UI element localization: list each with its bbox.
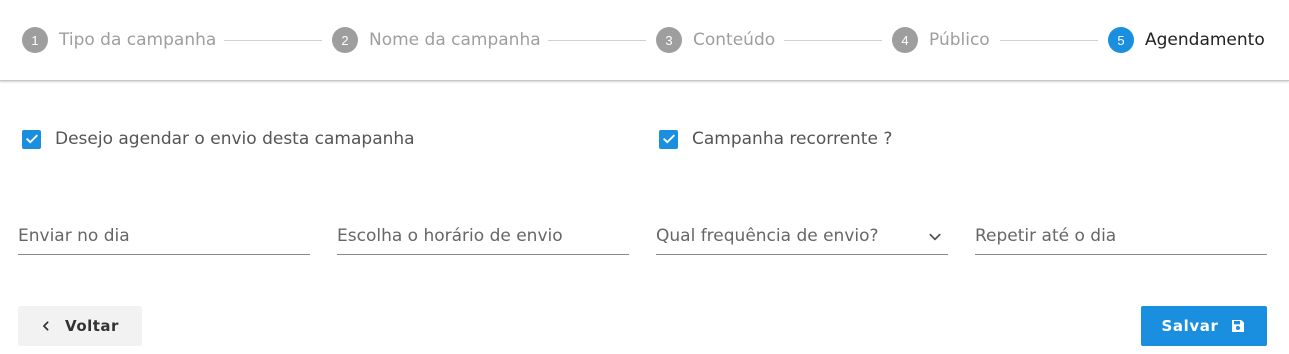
step-conteudo[interactable]: 3 Conteúdo: [656, 27, 775, 53]
step-publico[interactable]: 4 Público: [892, 27, 990, 53]
step-label: Tipo da campanha: [59, 30, 217, 50]
check-icon: [662, 134, 675, 144]
floppy-disk-icon: [1230, 318, 1246, 334]
schedule-checkbox[interactable]: [22, 129, 41, 149]
step-label: Nome da campanha: [369, 30, 541, 50]
frequency-placeholder: Qual frequência de envio?: [656, 226, 879, 246]
recurring-checkbox[interactable]: [659, 129, 678, 149]
recurring-checkbox-label: Campanha recorrente ?: [692, 129, 893, 149]
step-tipo-da-campanha[interactable]: 1 Tipo da campanha: [22, 27, 216, 53]
step-connector: [1000, 40, 1098, 41]
step-label: Conteúdo: [693, 30, 776, 50]
step-connector: [784, 40, 882, 41]
step-nome-da-campanha[interactable]: 2 Nome da campanha: [332, 27, 541, 53]
save-button[interactable]: Salvar: [1141, 306, 1267, 346]
step-number: 2: [332, 27, 358, 53]
step-connector: [548, 40, 646, 41]
send-time-field[interactable]: Escolha o horário de envio: [337, 222, 629, 255]
step-number: 3: [656, 27, 682, 53]
schedule-checkbox-row[interactable]: Desejo agendar o envio desta camapanha: [22, 129, 415, 149]
send-date-field[interactable]: Enviar no dia: [18, 222, 310, 255]
step-number: 1: [22, 27, 48, 53]
schedule-checkbox-label: Desejo agendar o envio desta camapanha: [55, 129, 415, 149]
frequency-select[interactable]: Qual frequência de envio?: [656, 222, 948, 255]
step-label: Público: [929, 30, 990, 50]
step-agendamento[interactable]: 5 Agendamento: [1108, 27, 1265, 53]
repeat-until-placeholder: Repetir até o dia: [975, 226, 1117, 246]
step-connector: [224, 40, 322, 41]
back-button[interactable]: Voltar: [18, 306, 142, 346]
step-number: 4: [892, 27, 918, 53]
recurring-checkbox-row[interactable]: Campanha recorrente ?: [659, 129, 892, 149]
check-icon: [25, 134, 38, 144]
step-label: Agendamento: [1145, 30, 1265, 50]
back-button-label: Voltar: [65, 317, 119, 335]
chevron-left-icon: [41, 320, 51, 332]
repeat-until-field[interactable]: Repetir até o dia: [975, 222, 1267, 255]
step-number: 5: [1108, 27, 1134, 53]
send-time-placeholder: Escolha o horário de envio: [337, 226, 563, 246]
send-date-placeholder: Enviar no dia: [18, 226, 130, 246]
chevron-down-icon[interactable]: [928, 230, 942, 244]
campaign-stepper: 1 Tipo da campanha 2 Nome da campanha 3 …: [0, 0, 1289, 81]
save-button-label: Salvar: [1161, 317, 1219, 335]
